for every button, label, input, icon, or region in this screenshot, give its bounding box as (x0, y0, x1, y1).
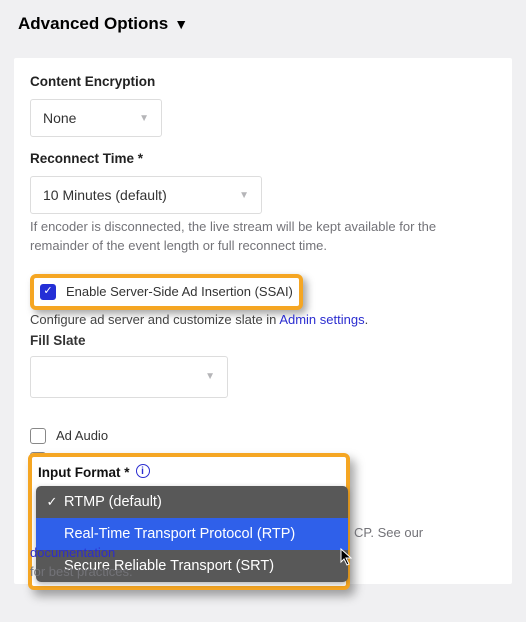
ssai-label: Enable Server-Side Ad Insertion (SSAI) (66, 284, 293, 299)
section-header[interactable]: Advanced Options ▼ (0, 0, 526, 50)
ad-audio-row[interactable]: Ad Audio (30, 428, 496, 444)
check-icon: ✓ (44, 494, 60, 510)
collapse-caret-icon: ▼ (174, 17, 188, 31)
chevron-down-icon: ▼ (139, 113, 149, 124)
info-icon[interactable]: i (136, 464, 150, 478)
content-encryption-select[interactable]: None ▼ (30, 99, 162, 137)
bottom-help-text: CP. See our documentation for best pract… (30, 523, 500, 582)
reconnect-time-field: Reconnect Time * 10 Minutes (default) ▼ … (30, 151, 496, 256)
section-title: Advanced Options (18, 14, 168, 34)
input-format-option-rtmp[interactable]: ✓ RTMP (default) (36, 486, 348, 518)
ad-audio-checkbox[interactable] (30, 428, 46, 444)
advanced-options-panel: Content Encryption None ▼ Reconnect Time… (14, 58, 512, 584)
input-format-label: Input Format * (38, 465, 130, 480)
ssai-highlight: ✓ Enable Server-Side Ad Insertion (SSAI) (30, 274, 303, 310)
ad-audio-label: Ad Audio (56, 428, 108, 443)
reconnect-time-value: 10 Minutes (default) (43, 187, 167, 203)
ssai-checkbox-row[interactable]: ✓ Enable Server-Side Ad Insertion (SSAI) (40, 284, 293, 300)
content-encryption-value: None (43, 110, 76, 126)
chevron-down-icon: ▼ (239, 190, 249, 201)
fill-slate-select[interactable]: ▼ (30, 356, 228, 398)
fill-slate-label: Fill Slate (30, 333, 496, 348)
admin-settings-link[interactable]: Admin settings (279, 312, 364, 327)
chevron-down-icon: ▼ (205, 371, 215, 382)
reconnect-time-select[interactable]: 10 Minutes (default) ▼ (30, 176, 262, 214)
check-icon: ✓ (43, 286, 52, 297)
ssai-checkbox[interactable]: ✓ (40, 284, 56, 300)
content-encryption-field: Content Encryption None ▼ (30, 74, 496, 137)
reconnect-time-help: If encoder is disconnected, the live str… (30, 218, 496, 256)
content-encryption-label: Content Encryption (30, 74, 155, 89)
documentation-link[interactable]: documentation (30, 545, 115, 560)
ssai-config-text: Configure ad server and customize slate … (30, 312, 496, 327)
reconnect-time-label: Reconnect Time * (30, 151, 143, 166)
